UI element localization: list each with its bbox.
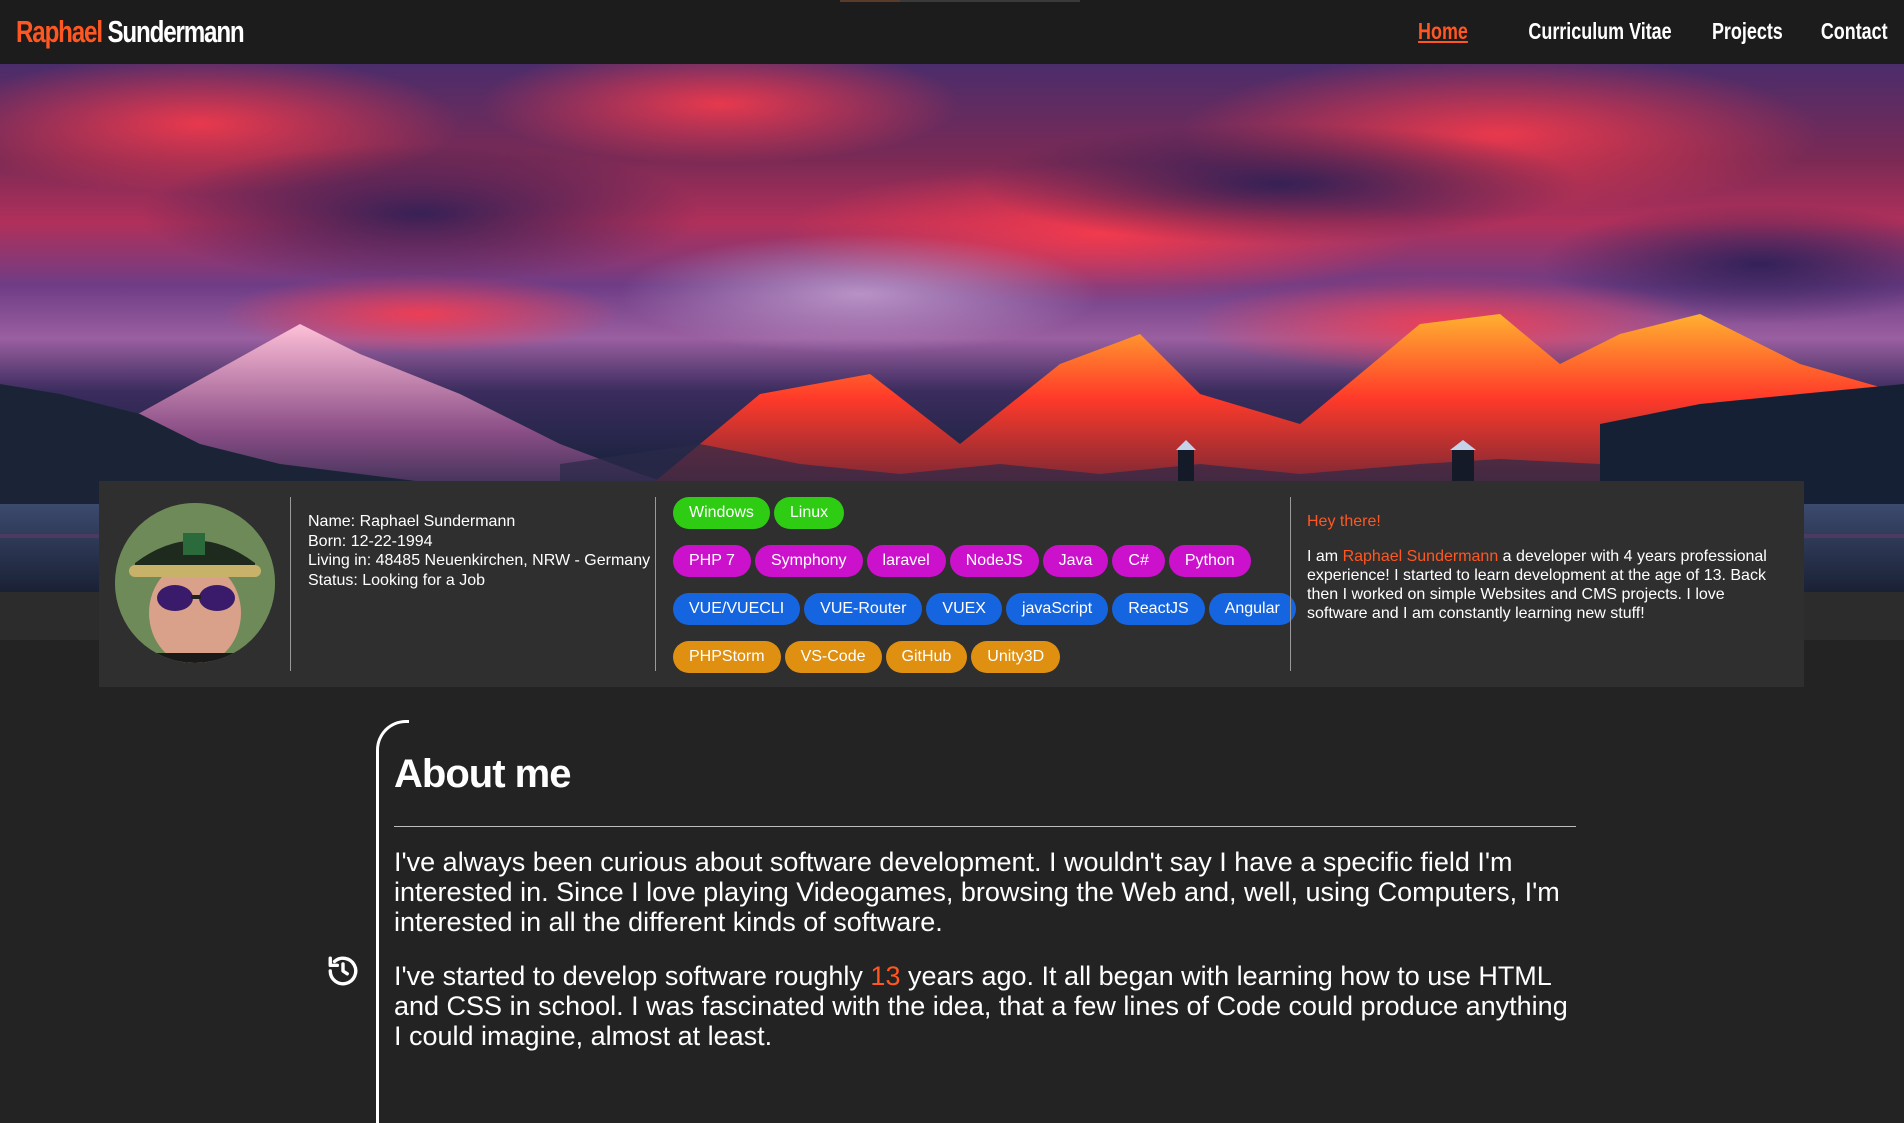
brand-last-name: Sundermann xyxy=(107,14,244,49)
about-p2-prefix: I've started to develop software roughly xyxy=(394,961,871,991)
profile-card: Name: Raphael Sundermann Born: 12-22-199… xyxy=(99,481,1804,687)
tag-phpstorm: PHPStorm xyxy=(673,641,781,673)
tag-php: PHP 7 xyxy=(673,545,751,577)
nav-link-home[interactable]: Home xyxy=(1418,18,1468,45)
tag-angular: Angular xyxy=(1208,593,1296,625)
tag-linux: Linux xyxy=(773,497,845,529)
tag-github: GitHub xyxy=(885,641,968,673)
card-divider xyxy=(290,497,291,671)
profile-info: Name: Raphael Sundermann Born: 12-22-199… xyxy=(308,512,650,590)
intro-name-highlight: Raphael Sundermann xyxy=(1342,548,1499,565)
tag-javascript: javaScript xyxy=(1005,593,1109,625)
nav-link-curriculum-vitae[interactable]: Curriculum Vitae xyxy=(1528,18,1671,45)
tag-laravel: laravel xyxy=(866,545,946,577)
tag-row-tools: PHPStorm VS-Code GitHub Unity3D xyxy=(673,641,1293,673)
loading-indicator xyxy=(840,0,1080,2)
tag-row-frontend: VUE/VUECLI VUE-Router VUEX javaScript Re… xyxy=(673,593,1296,625)
avatar xyxy=(115,503,275,663)
tag-vue-router: VUE-Router xyxy=(804,593,923,625)
tag-unity3d: Unity3D xyxy=(971,641,1061,673)
tag-vscode: VS-Code xyxy=(784,641,882,673)
tag-vuex: VUEX xyxy=(926,593,1002,625)
tag-symphony: Symphony xyxy=(754,545,863,577)
tag-windows: Windows xyxy=(673,497,770,529)
main-nav: Home Curriculum Vitae Projects Contact xyxy=(1384,18,1888,45)
intro-prefix: I am xyxy=(1307,548,1343,565)
tag-python: Python xyxy=(1168,545,1251,577)
tag-reactjs: ReactJS xyxy=(1112,593,1205,625)
about-paragraph-2: I've started to develop software roughly… xyxy=(394,961,1576,1051)
tag-nodejs: NodeJS xyxy=(949,545,1039,577)
intro-greeting: Hey there! xyxy=(1307,513,1381,530)
profile-location: Living in: 48485 Neuenkirchen, NRW - Ger… xyxy=(308,552,651,569)
about-title: About me xyxy=(394,752,571,796)
nav-link-projects[interactable]: Projects xyxy=(1712,18,1783,45)
site-brand[interactable]: Raphael Sundermann xyxy=(16,14,245,50)
profile-status: Status: Looking for a Job xyxy=(308,571,485,589)
tag-java: Java xyxy=(1042,545,1109,577)
history-icon xyxy=(326,954,360,988)
tag-row-languages: PHP 7 Symphony laravel NodeJS Java C# Py… xyxy=(673,545,1293,577)
about-section: About me I've always been curious about … xyxy=(394,750,1576,1075)
about-years-highlight: 13 xyxy=(870,961,901,991)
skill-tags: Windows Linux PHP 7 Symphony laravel Nod… xyxy=(673,497,1296,689)
intro-paragraph: I am Raphael Sundermann a developer with… xyxy=(1307,547,1777,623)
intro-text: Hey there! I am Raphael Sundermann a dev… xyxy=(1307,512,1777,623)
profile-born: Born: 12-22-1994 xyxy=(308,532,433,550)
tag-vue-cli: VUE/VUECLI xyxy=(673,593,801,625)
card-divider xyxy=(1290,497,1291,671)
about-divider xyxy=(394,826,1576,827)
tag-csharp: C# xyxy=(1112,545,1165,577)
tag-row-os: Windows Linux xyxy=(673,497,1293,529)
profile-name: Name: Raphael Sundermann xyxy=(308,513,516,530)
card-divider xyxy=(655,497,656,671)
about-paragraph-1: I've always been curious about software … xyxy=(394,847,1560,937)
brand-first-name: Raphael xyxy=(16,14,103,49)
nav-link-contact[interactable]: Contact xyxy=(1821,18,1888,45)
top-navbar: Raphael Sundermann Home Curriculum Vitae… xyxy=(0,0,1904,64)
avatar-illustration xyxy=(115,503,275,663)
